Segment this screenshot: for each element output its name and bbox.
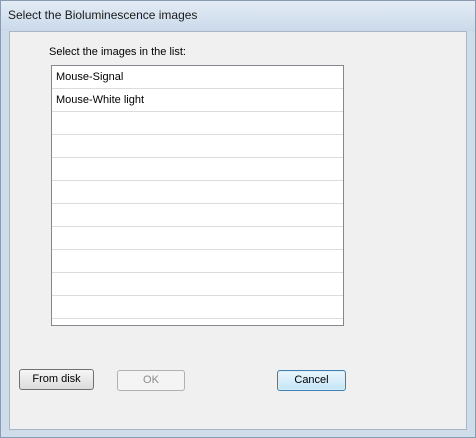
- list-item[interactable]: Mouse-White light: [52, 89, 343, 112]
- list-label: Select the images in the list:: [49, 46, 186, 58]
- images-listbox[interactable]: Mouse-Signal Mouse-White light: [51, 65, 344, 326]
- list-item[interactable]: [52, 135, 343, 158]
- list-item[interactable]: Mouse-Signal: [52, 66, 343, 89]
- list-item[interactable]: [52, 250, 343, 273]
- dialog-client-area: Select the images in the list: Mouse-Sig…: [9, 31, 467, 430]
- list-item[interactable]: [52, 227, 343, 250]
- from-disk-button[interactable]: From disk: [19, 369, 94, 390]
- list-item[interactable]: [52, 181, 343, 204]
- list-item[interactable]: [52, 319, 343, 325]
- list-item[interactable]: [52, 158, 343, 181]
- dialog-window: Select the Bioluminescence images Select…: [0, 0, 476, 438]
- window-title: Select the Bioluminescence images: [8, 8, 198, 22]
- list-item[interactable]: [52, 296, 343, 319]
- list-item[interactable]: [52, 273, 343, 296]
- title-bar[interactable]: Select the Bioluminescence images: [1, 1, 475, 31]
- list-item[interactable]: [52, 204, 343, 227]
- cancel-button[interactable]: Cancel: [277, 370, 346, 391]
- ok-button[interactable]: OK: [117, 370, 185, 391]
- list-item[interactable]: [52, 112, 343, 135]
